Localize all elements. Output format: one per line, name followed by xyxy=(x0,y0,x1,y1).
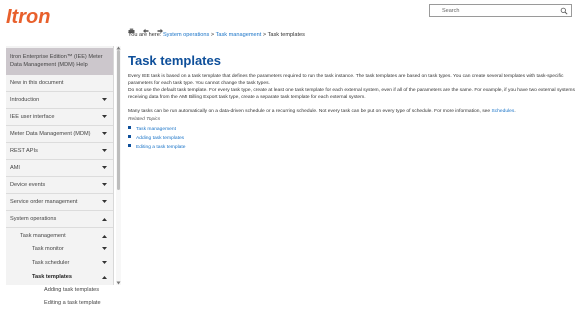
sidebar-item-mdm[interactable]: Meter Data Management (MDM) xyxy=(6,126,113,143)
chevron-down-icon[interactable] xyxy=(102,166,107,170)
chevron-down-icon[interactable] xyxy=(102,200,107,204)
logo-text: Itron xyxy=(6,6,50,28)
sidebar-item-task-scheduler[interactable]: Task scheduler xyxy=(6,256,113,270)
sidebar-item-label: AMI xyxy=(10,165,20,171)
sidebar-item-adding-templates[interactable]: Adding task templates xyxy=(6,284,113,297)
schedule-text: Many tasks can be run automatically on a… xyxy=(128,109,491,114)
chevron-down-icon[interactable] xyxy=(102,261,107,265)
itron-logo[interactable]: Itron xyxy=(6,4,50,28)
related-link-label[interactable]: Editing a task template xyxy=(136,145,185,150)
sidebar-item-label: Task management xyxy=(20,233,66,239)
chevron-up-icon[interactable] xyxy=(102,275,107,279)
sidebar-item-label: Task monitor xyxy=(32,246,64,252)
sidebar-item-label: Task templates xyxy=(32,274,73,280)
search-placeholder: Search xyxy=(442,8,460,14)
scroll-down-icon[interactable] xyxy=(116,281,121,285)
default-template-paragraph: Do not use the default task template. Fo… xyxy=(128,88,575,100)
sidebar-item-iee-ui[interactable]: IEE user interface xyxy=(6,109,113,126)
sidebar-help-title[interactable]: Itron Enterprise Edition™ (IEE) Meter Da… xyxy=(6,48,113,75)
sidebar-item-label: Adding task templates xyxy=(44,287,100,293)
sidebar-item-label: Service order management xyxy=(10,199,78,205)
sidebar-item-label: Meter Data Management (MDM) xyxy=(10,131,91,137)
intro-paragraph: Every IEE task is based on a task templa… xyxy=(128,74,564,86)
chevron-down-icon[interactable] xyxy=(102,115,107,119)
breadcrumb-current: Task templates xyxy=(267,32,305,38)
breadcrumb-prefix: You are here: xyxy=(128,32,162,38)
related-link-editing-template[interactable]: Editing a task template xyxy=(128,144,185,150)
chevron-down-icon[interactable] xyxy=(102,149,107,153)
sidebar-item-label: REST APIs xyxy=(10,148,38,154)
search-input[interactable]: Search xyxy=(429,4,572,17)
sidebar-item-introduction[interactable]: Introduction xyxy=(6,92,113,109)
sidebar-item-device-events[interactable]: Device events xyxy=(6,177,113,194)
sidebar-nav: Itron Enterprise Edition™ (IEE) Meter Da… xyxy=(6,46,114,306)
search-icon[interactable] xyxy=(560,7,568,15)
sidebar-item-label: System operations xyxy=(10,216,57,222)
toolbar xyxy=(128,21,164,34)
schedule-text-end: . xyxy=(514,109,516,114)
sidebar-item-new[interactable]: New in this document xyxy=(6,75,113,92)
sidebar-item-ami[interactable]: AMI xyxy=(6,160,113,177)
breadcrumb-separator: > xyxy=(262,32,267,38)
sidebar-item-label: Editing a task template xyxy=(44,300,101,306)
header: Itron Search xyxy=(0,0,578,46)
sidebar-item-label: Introduction xyxy=(10,97,40,103)
schedules-link[interactable]: Schedules xyxy=(491,109,514,114)
sidebar-item-system-operations[interactable]: System operations xyxy=(6,211,113,228)
sidebar-item-editing-template[interactable]: Editing a task template xyxy=(6,297,113,310)
related-link-label[interactable]: Adding task templates xyxy=(136,136,184,141)
breadcrumb-separator: > xyxy=(210,32,215,38)
scrollbar-thumb[interactable] xyxy=(117,50,120,190)
sidebar-item-service-orders[interactable]: Service order management xyxy=(6,194,113,211)
chevron-down-icon[interactable] xyxy=(102,132,107,136)
sidebar-item-task-templates[interactable]: Task templates xyxy=(6,270,113,284)
bullet xyxy=(128,126,131,129)
chevron-down-icon[interactable] xyxy=(102,98,107,102)
related-topics-heading: Related Topics xyxy=(128,117,161,122)
sidebar-item-label: IEE user interface xyxy=(10,114,55,120)
sidebar-item-label: New in this document xyxy=(10,80,64,86)
breadcrumb-link-task-management[interactable]: Task management xyxy=(216,32,262,38)
breadcrumb: You are here: System operations > Task m… xyxy=(128,32,305,38)
chevron-down-icon[interactable] xyxy=(102,247,107,251)
chevron-down-icon[interactable] xyxy=(102,183,107,187)
chevron-up-icon[interactable] xyxy=(102,217,107,221)
related-link-adding-templates[interactable]: Adding task templates xyxy=(128,135,184,141)
related-link-task-management[interactable]: Task management xyxy=(128,126,176,132)
breadcrumb-link-system-operations[interactable]: System operations xyxy=(163,32,209,38)
page-title: Task templates xyxy=(128,53,221,68)
bullet xyxy=(128,135,131,138)
sidebar-item-rest-apis[interactable]: REST APIs xyxy=(6,143,113,160)
bullet xyxy=(128,144,131,147)
schedule-paragraph: Many tasks can be run automatically on a… xyxy=(128,108,576,115)
chevron-up-icon[interactable] xyxy=(102,234,107,238)
sidebar-item-label: Device events xyxy=(10,182,46,188)
sidebar-item-task-monitor[interactable]: Task monitor xyxy=(6,242,113,256)
related-link-label[interactable]: Task management xyxy=(136,127,176,132)
sidebar-item-label: Task scheduler xyxy=(32,260,70,266)
